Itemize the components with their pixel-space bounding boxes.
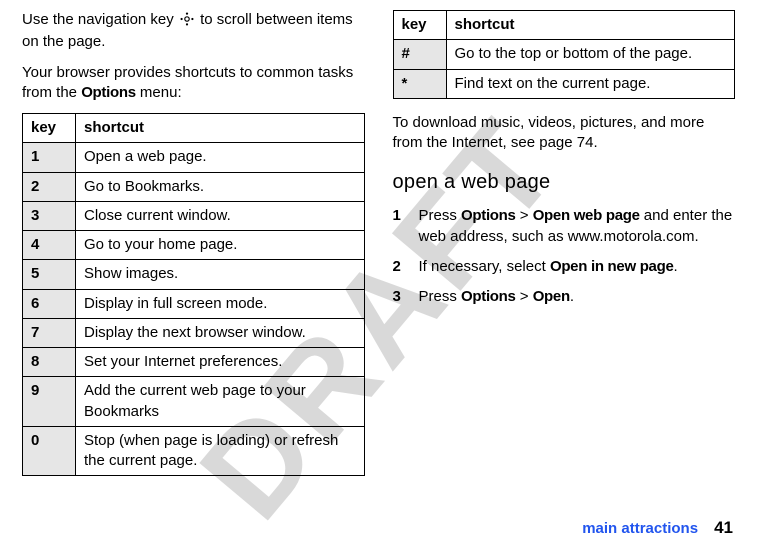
key-cell: # [393, 40, 446, 69]
key-cell: 0 [23, 426, 76, 476]
table-row: 0Stop (when page is loading) or refresh … [23, 426, 365, 476]
footer-section-label: main attractions [582, 520, 698, 537]
table-row: 8Set your Internet preferences. [23, 348, 365, 377]
intro1-text-a: Use the navigation key [22, 11, 178, 28]
step-number: 3 [393, 287, 407, 307]
shortcuts-table-right: key shortcut #Go to the top or bottom of… [393, 10, 736, 99]
key-cell: 1 [23, 143, 76, 172]
table-row: 5Show images. [23, 260, 365, 289]
shortcut-cell: Close current window. [76, 201, 365, 230]
step-number: 1 [393, 206, 407, 247]
table-row: 2Go to Bookmarks. [23, 172, 365, 201]
page-content: Use the navigation key to scroll between… [0, 0, 757, 500]
step-2: 2 If necessary, select Open in new page. [393, 257, 736, 277]
key-cell: 5 [23, 260, 76, 289]
table-row: *Find text on the current page. [393, 69, 735, 98]
intro-paragraph-1: Use the navigation key to scroll between… [22, 10, 365, 53]
text: Press [419, 288, 462, 305]
table-row: 7Display the next browser window. [23, 318, 365, 347]
shortcut-cell: Show images. [76, 260, 365, 289]
shortcuts-table-left: key shortcut 1Open a web page. 2Go to Bo… [22, 113, 365, 476]
page-footer: main attractions 41 [582, 518, 733, 538]
page-number: 41 [714, 518, 733, 537]
steps-list: 1 Press Options > Open web page and ente… [393, 206, 736, 307]
navigation-key-icon [178, 12, 196, 32]
shortcut-cell: Display the next browser window. [76, 318, 365, 347]
key-cell: 7 [23, 318, 76, 347]
text: . [674, 258, 678, 275]
shortcut-cell: Display in full screen mode. [76, 289, 365, 318]
shortcut-cell: Set your Internet preferences. [76, 348, 365, 377]
text: If necessary, select [419, 258, 550, 275]
key-cell: 6 [23, 289, 76, 318]
shortcut-cell: Open a web page. [76, 143, 365, 172]
intro-paragraph-2: Your browser provides shortcuts to commo… [22, 63, 365, 104]
key-cell: 8 [23, 348, 76, 377]
table-row: 6Display in full screen mode. [23, 289, 365, 318]
shortcut-cell: Go to Bookmarks. [76, 172, 365, 201]
step-number: 2 [393, 257, 407, 277]
table-row: 3Close current window. [23, 201, 365, 230]
key-cell: * [393, 69, 446, 98]
sep: > [516, 207, 533, 224]
options-label: Options [461, 207, 516, 224]
sep: > [516, 288, 533, 305]
step-body: Press Options > Open web page and enter … [419, 206, 736, 247]
table-row: #Go to the top or bottom of the page. [393, 40, 735, 69]
options-label: Options [461, 288, 516, 305]
shortcut-cell: Add the current web page to your Bookmar… [76, 377, 365, 427]
right-column: key shortcut #Go to the top or bottom of… [393, 10, 736, 490]
left-column: Use the navigation key to scroll between… [22, 10, 365, 490]
download-paragraph: To download music, videos, pictures, and… [393, 113, 736, 154]
shortcut-cell: Go to the top or bottom of the page. [446, 40, 735, 69]
step-body: If necessary, select Open in new page. [419, 257, 678, 277]
key-cell: 4 [23, 231, 76, 260]
step-3: 3 Press Options > Open. [393, 287, 736, 307]
shortcut-cell: Find text on the current page. [446, 69, 735, 98]
step-1: 1 Press Options > Open web page and ente… [393, 206, 736, 247]
open-label: Open [533, 288, 570, 305]
key-cell: 2 [23, 172, 76, 201]
key-cell: 3 [23, 201, 76, 230]
intro2-text-b: menu: [136, 84, 182, 101]
table-row: 9Add the current web page to your Bookma… [23, 377, 365, 427]
text: . [570, 288, 574, 305]
col-header-shortcut: shortcut [446, 11, 735, 40]
table-row: 1Open a web page. [23, 143, 365, 172]
key-cell: 9 [23, 377, 76, 427]
table-header-row: key shortcut [393, 11, 735, 40]
open-web-page-heading: open a web page [393, 169, 736, 196]
step-body: Press Options > Open. [419, 287, 575, 307]
col-header-shortcut: shortcut [76, 114, 365, 143]
shortcut-cell: Go to your home page. [76, 231, 365, 260]
table-header-row: key shortcut [23, 114, 365, 143]
table-row: 4Go to your home page. [23, 231, 365, 260]
text: Press [419, 207, 462, 224]
open-in-new-page-label: Open in new page [550, 258, 674, 275]
col-header-key: key [23, 114, 76, 143]
options-menu-name: Options [81, 84, 136, 101]
shortcut-cell: Stop (when page is loading) or refresh t… [76, 426, 365, 476]
open-web-page-label: Open web page [533, 207, 640, 224]
intro2-text-a: Your browser provides shortcuts to commo… [22, 64, 353, 101]
col-header-key: key [393, 11, 446, 40]
